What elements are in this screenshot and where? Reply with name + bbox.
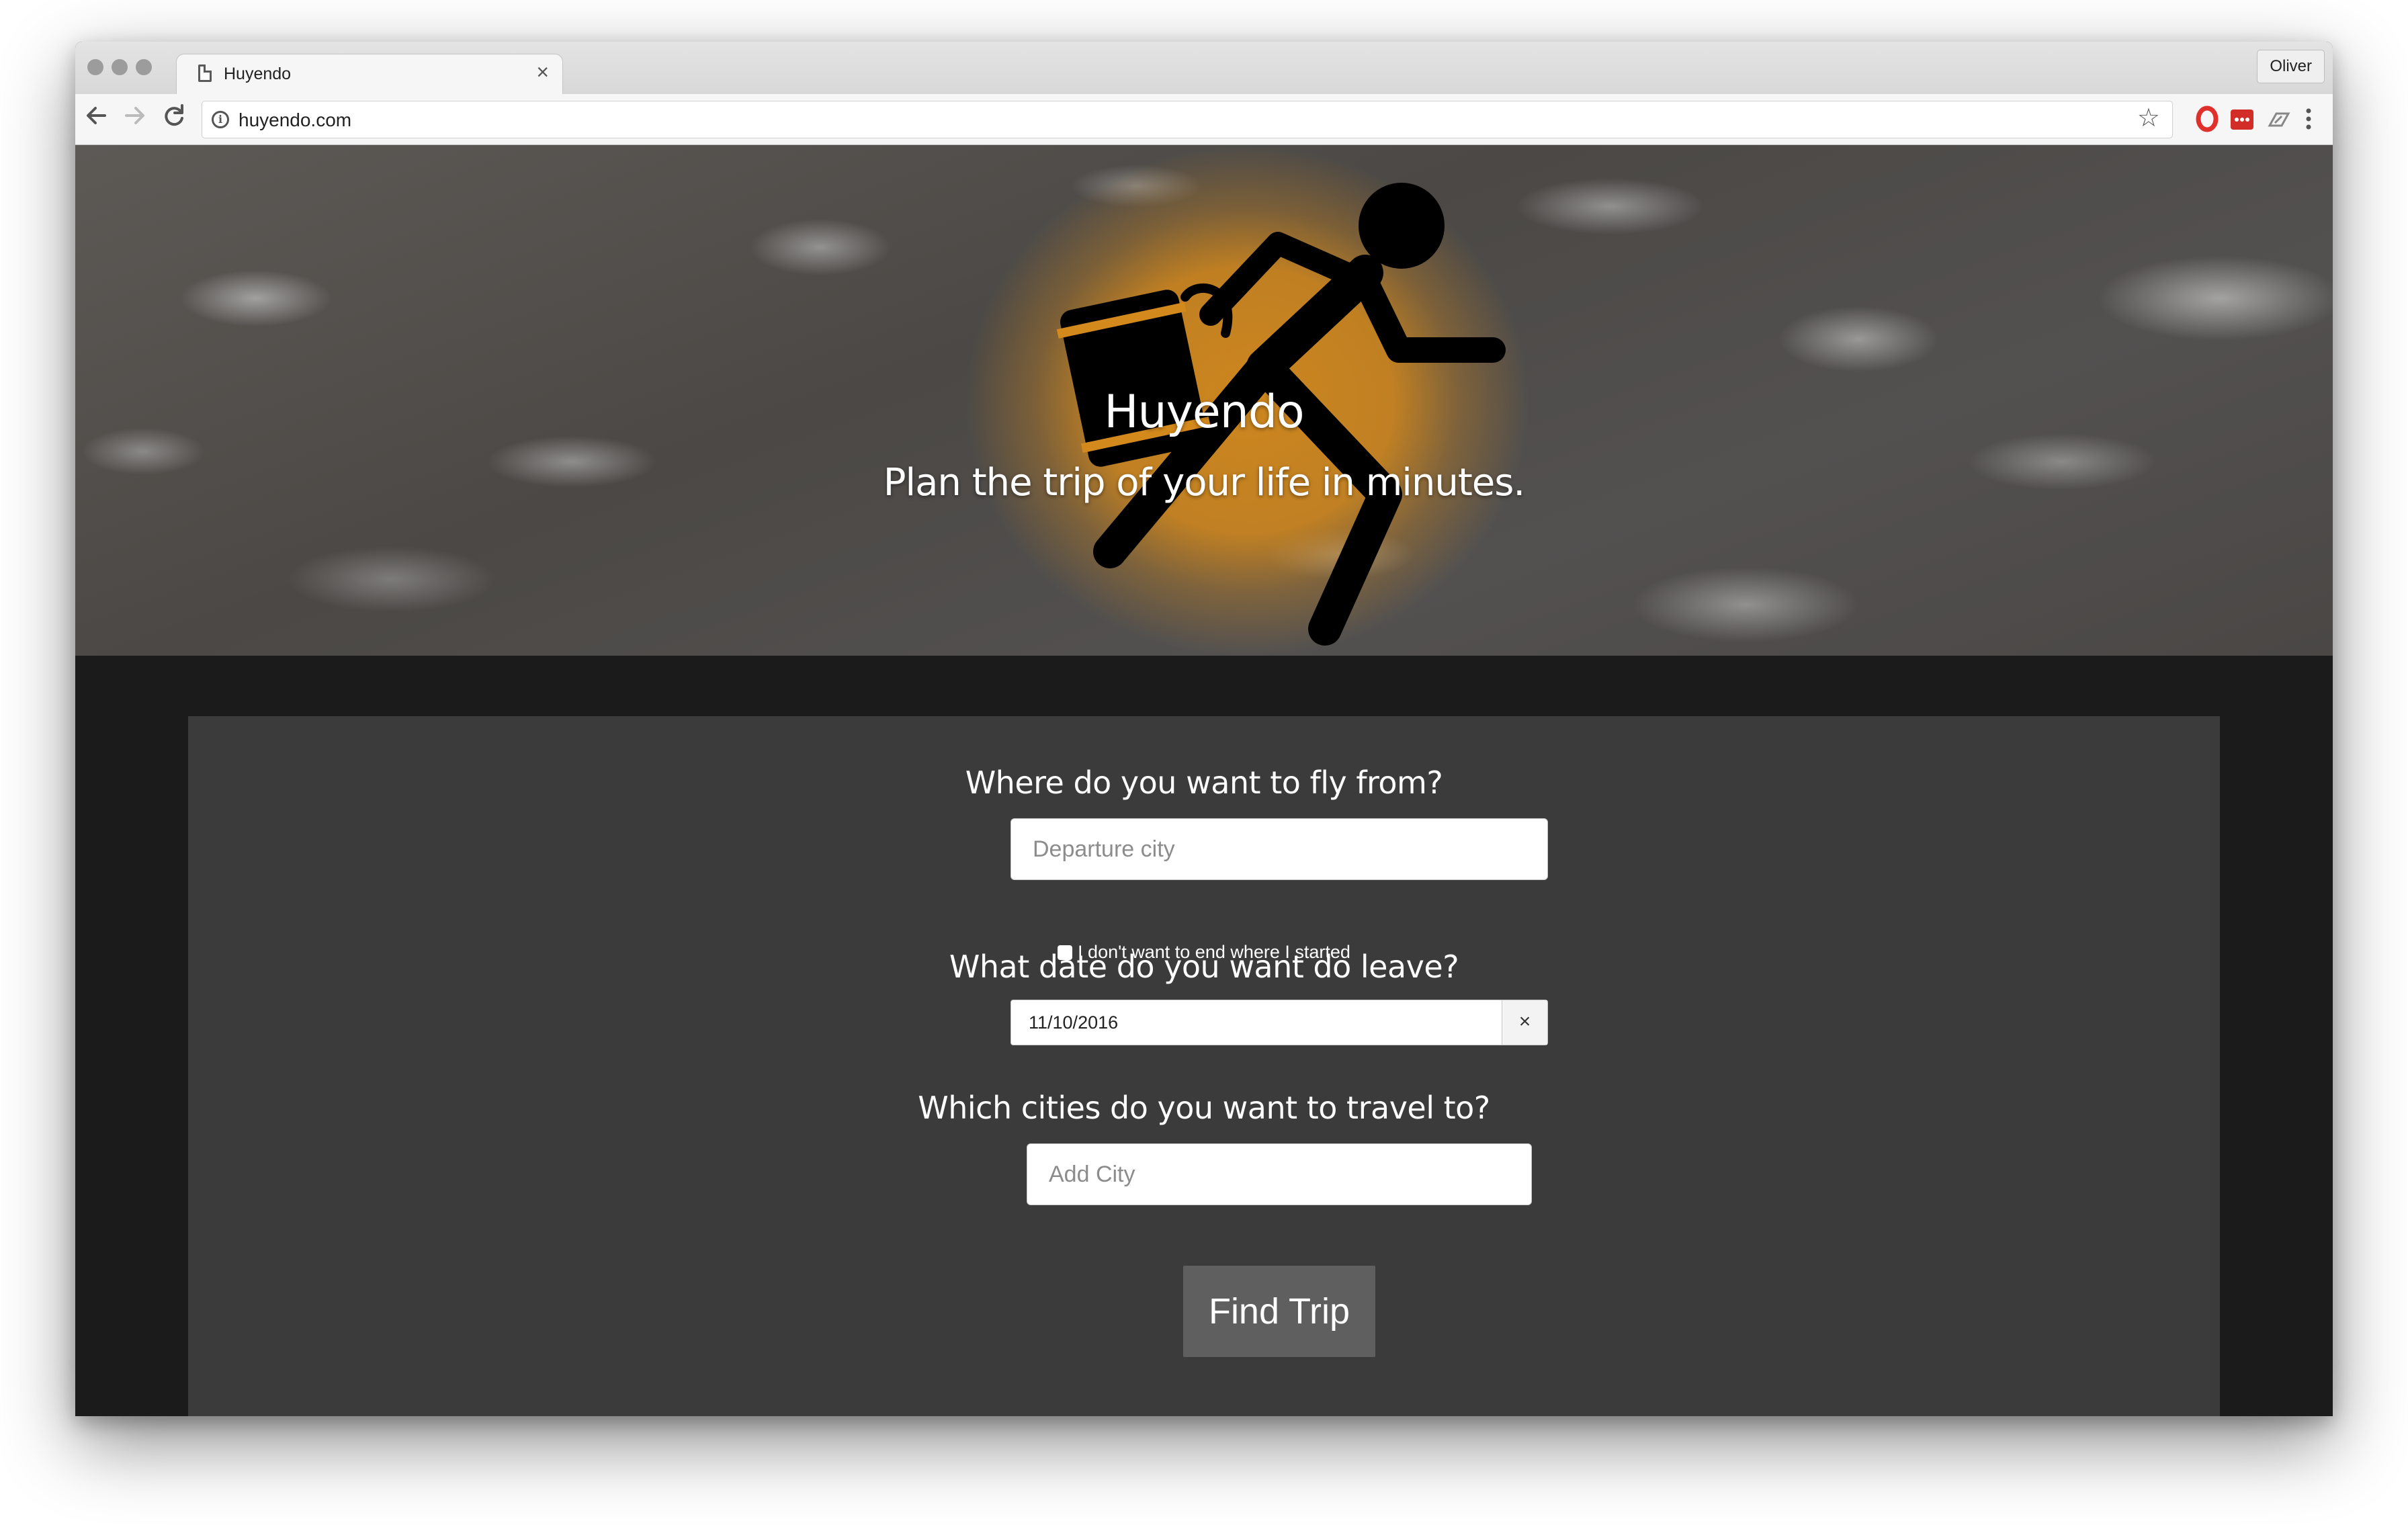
- departure-date-value[interactable]: 11/10/2016: [1029, 1012, 1118, 1033]
- address-bar[interactable]: i huyendo.com ☆: [202, 101, 2173, 138]
- date-clear-button[interactable]: ×: [1502, 1000, 1547, 1045]
- star-icon[interactable]: ☆: [2137, 105, 2160, 131]
- reader-extension-icon[interactable]: [2267, 105, 2291, 136]
- add-city-input[interactable]: [1027, 1143, 1532, 1205]
- profile-button[interactable]: Oliver: [2257, 50, 2325, 83]
- tab-title: Huyendo: [224, 64, 292, 83]
- tab-close-icon[interactable]: ×: [536, 61, 549, 83]
- url-text[interactable]: huyendo.com: [239, 110, 351, 131]
- back-arrow-icon[interactable]: [85, 102, 108, 134]
- trip-form-panel: Where do you want to fly from? I don't w…: [188, 716, 2220, 1416]
- close-window-button[interactable]: [87, 59, 103, 75]
- minimize-window-button[interactable]: [112, 59, 128, 75]
- tab-huyendo[interactable]: Huyendo ×: [176, 54, 563, 94]
- departure-date-picker[interactable]: 11/10/2016 ×: [1010, 1000, 1548, 1045]
- hero-subtitle: Plan the trip of your life in minutes.: [883, 461, 1525, 505]
- find-trip-button[interactable]: Find Trip: [1183, 1266, 1375, 1357]
- hero-banner: Huyendo Plan the trip of your life in mi…: [75, 145, 2333, 656]
- info-icon[interactable]: i: [212, 111, 229, 128]
- browser-toolbar: i huyendo.com ☆: [75, 94, 2333, 145]
- lastpass-extension-icon[interactable]: [2229, 105, 2255, 136]
- opera-extension-icon[interactable]: [2196, 105, 2219, 136]
- kebab-menu-icon[interactable]: [2305, 105, 2313, 136]
- forward-arrow-icon[interactable]: [124, 102, 146, 134]
- reload-icon[interactable]: [161, 102, 185, 134]
- hero-title: Huyendo: [1104, 386, 1304, 439]
- date-question-label: What date do you want do leave?: [949, 949, 1459, 985]
- from-question-label: Where do you want to fly from?: [965, 765, 1443, 801]
- tab-strip: Huyendo × Oliver: [75, 42, 2333, 94]
- maximize-window-button[interactable]: [136, 59, 152, 75]
- browser-window: Huyendo × Oliver i huyendo.com ☆ Huyendo…: [75, 42, 2333, 1416]
- cities-question-label: Which cities do you want to travel to?: [918, 1090, 1490, 1126]
- departure-city-input[interactable]: [1010, 818, 1548, 880]
- page-icon: [198, 64, 212, 82]
